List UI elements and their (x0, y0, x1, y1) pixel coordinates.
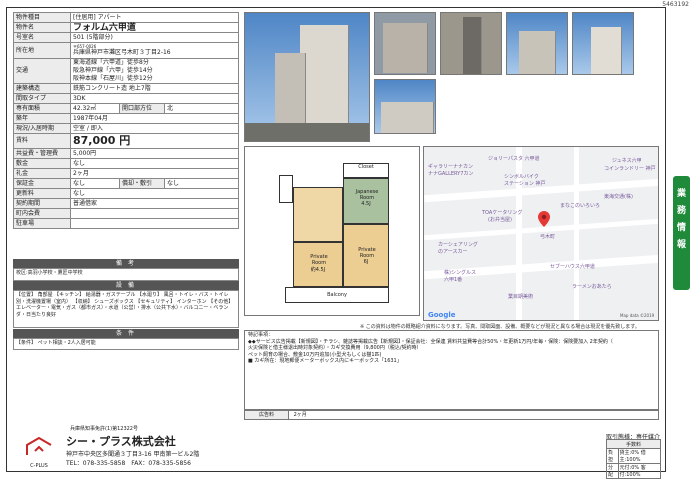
table-row: 賃料 87,000 円 (13, 133, 239, 149)
floor-plan: Closet Japanese Room 4.5J Private Room 約… (244, 146, 420, 316)
table-row: 手数料 (606, 439, 661, 449)
table-row: 礼金 2ヶ月 (13, 168, 239, 179)
table-row: 負担 貸主:0% 借主:100% (606, 448, 662, 464)
google-logo: Google (428, 311, 456, 319)
closet: Closet (343, 163, 389, 178)
corridor-photo (440, 12, 502, 75)
table-row: 共益費・管理費 5,000円 (13, 148, 239, 159)
table-row: 分配 元付:0% 客付:100% (606, 463, 662, 479)
bikou-text: 校区:高羽小学校・鷹匠中学校 (13, 268, 239, 281)
japanese-room: Japanese Room 4.5J (343, 178, 389, 224)
company-phone: TEL：078-335-5858 FAX：078-335-5856 (66, 460, 191, 467)
rent-value: 87,000 円 (70, 133, 239, 149)
table-row: 交通 東海道線「六甲道」徒歩8分 阪急神戸線「六甲」徒歩14分 阪神本線「石屋川」徒歩… (13, 58, 239, 84)
table-row: 建築構造 鉄筋コンクリート造 地上7階 (13, 83, 239, 94)
license-number: 兵庫県知事免許(1)第12322号 (70, 426, 138, 432)
exterior-photo-4 (374, 79, 436, 134)
setsubi-header: 設 備 (13, 281, 239, 290)
exterior-photo-3 (572, 12, 634, 75)
jouken-text: 【条件】 ペット相談・2人入居可能 (13, 338, 239, 350)
table-row: 駐車場 (13, 218, 239, 229)
balcony: Balcony (285, 287, 389, 303)
company-address: 神戸市中央区多聞通３丁目3-16 甲南第一ビル2階 (66, 451, 200, 458)
remarks-box: 特記事項： ◆◆サービス広告掲載【新規図】・チラシ、雑誌等掲載広告【新規図】・保… (244, 330, 659, 410)
business-info-tab[interactable]: 業 務 情 報 (673, 176, 690, 290)
exterior-photo-2 (506, 12, 568, 75)
exterior-photo-main (244, 12, 370, 142)
table-row: 町内会費 (13, 208, 239, 219)
bath (279, 175, 293, 203)
table-row: 現況/入居時期 空室 / 即入 (13, 123, 239, 134)
property-name: フォルム六甲道 (70, 22, 239, 33)
location-pin-icon (538, 211, 550, 227)
location-map[interactable]: ギャラリーナナカン ナナGALLERY7カン ジョリーパスタ 六甲道 シンボルバ… (423, 146, 659, 321)
private-room-2: Private Room 6J (343, 224, 389, 287)
entrance-photo (374, 12, 436, 75)
table-row: 築年 1987年04月 (13, 113, 239, 124)
kitchen (293, 187, 343, 242)
disclaimer-note: ※ この資料は物件の概略紹介資料になります。写真、間取図面、設備、概要などが現況… (360, 324, 640, 330)
listing-id: 5463192 (662, 1, 689, 8)
company-name: シー・プラス株式会社 (66, 435, 176, 448)
fee-table: 手数料 負担 貸主:0% 借主:100% 分配 元付:0% 客付:100% (606, 439, 662, 479)
table-row: 間取タイプ 3DK (13, 93, 239, 104)
table-row: 契約期間 普通借家 (13, 198, 239, 209)
table-row: 所在地 〒657-0026 兵庫県神戸市灘区弓木町３丁目2-16 (13, 42, 239, 59)
table-row: 更新料 なし (13, 188, 239, 199)
table-row: 物件名 フォルム六甲道 (13, 22, 239, 33)
ad-fee-bar: 広告料 2ヶ月 (244, 410, 659, 420)
table-row: 専有面積 42.32㎡ 開口部方位北 (13, 103, 239, 114)
company-logo: C-PLUS (22, 436, 56, 469)
setsubi-text: 【位置】 角部屋 【キッチン】 給湯器・ガステーブル 【水廻り】 風呂・トイレ・… (13, 290, 239, 328)
private-room-1: Private Room 約4.5J (293, 242, 343, 287)
table-row: 号室名 501 (5階部分) (13, 32, 239, 43)
bikou-header: 備 考 (13, 259, 239, 268)
table-row: 敷金 なし (13, 158, 239, 169)
map-copyright: Map data ©2019 (620, 313, 655, 318)
table-row: 保証金 なし 償却・敷引 なし (13, 178, 239, 189)
property-info-table: 物件種目 [住居用] アパート 物件名 フォルム六甲道 号室名 501 (5階部分) … (13, 12, 239, 229)
table-row: 物件種目 [住居用] アパート (13, 12, 239, 23)
jouken-header: 条 件 (13, 329, 239, 338)
